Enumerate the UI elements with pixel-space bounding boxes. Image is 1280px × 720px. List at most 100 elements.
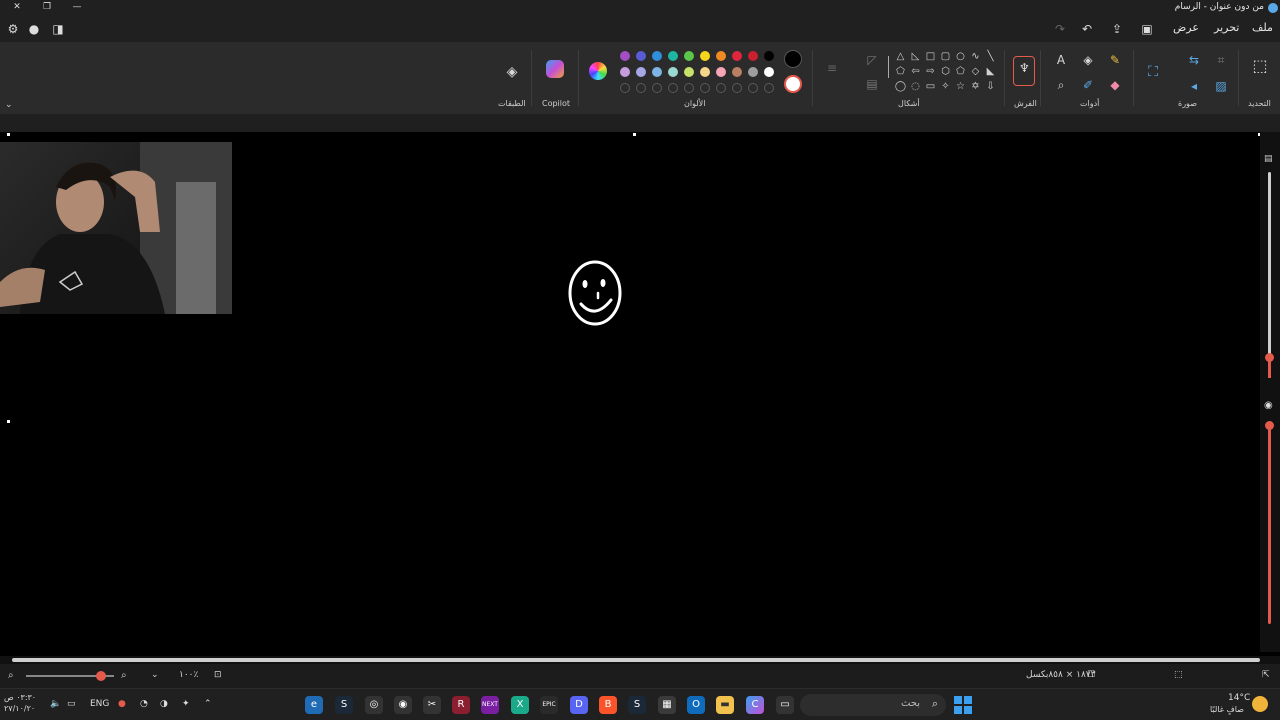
line-shape-icon[interactable]: ╲: [984, 50, 997, 63]
color-swatch[interactable]: [620, 51, 630, 61]
headset-icon[interactable]: ◔: [140, 699, 148, 709]
hexagon-shape-icon[interactable]: ⬡: [939, 65, 952, 78]
color-swatch[interactable]: [636, 51, 646, 61]
magnifier-icon[interactable]: ⌕: [1051, 75, 1071, 95]
right-triangle-shape-icon[interactable]: ◺: [909, 50, 922, 63]
pentagon-shape-icon[interactable]: ⬠: [954, 65, 967, 78]
color-swatch[interactable]: [668, 67, 678, 77]
minimize-button[interactable]: —: [62, 0, 92, 14]
color-swatch[interactable]: [620, 67, 630, 77]
color-swatch[interactable]: [748, 51, 758, 61]
lightning-shape-icon[interactable]: ◣: [984, 65, 997, 78]
obs-icon[interactable]: ◉: [394, 696, 412, 714]
brave-icon[interactable]: B: [599, 696, 617, 714]
capcut-icon[interactable]: ✂: [423, 696, 441, 714]
resize-icon[interactable]: ▨: [1211, 76, 1231, 96]
star-five-shape-icon[interactable]: ☆: [954, 80, 967, 93]
secondary-color-swatch[interactable]: [784, 75, 802, 93]
color-swatch[interactable]: [620, 83, 630, 93]
redo-icon[interactable]: ↷: [1052, 21, 1068, 37]
zoom-out-icon[interactable]: ⌕: [8, 670, 14, 681]
network-icon[interactable]: ▭: [67, 699, 76, 709]
riot-client-icon[interactable]: R: [452, 696, 470, 714]
chevron-up-icon[interactable]: ⌃: [204, 699, 212, 709]
color-swatch[interactable]: [684, 51, 694, 61]
color-picker-icon[interactable]: ✐: [1078, 75, 1098, 95]
menu-view[interactable]: عرض: [1173, 21, 1199, 34]
primary-color-swatch[interactable]: [784, 50, 802, 68]
share-feedback-icon[interactable]: ◨: [50, 21, 66, 37]
line-size-icon[interactable]: ≡: [822, 58, 842, 78]
menu-file[interactable]: ملف: [1252, 21, 1273, 34]
weather-condition[interactable]: صافٍ غالبًا: [1210, 705, 1244, 714]
color-swatch[interactable]: [700, 67, 710, 77]
zoom-dropdown-chevron-icon[interactable]: ⌄: [151, 670, 159, 680]
brush-size-thumb[interactable]: [1265, 353, 1274, 362]
canvas-resize-handle[interactable]: [7, 420, 10, 423]
color-swatch[interactable]: [684, 83, 694, 93]
star-four-shape-icon[interactable]: ✧: [939, 80, 952, 93]
color-swatch[interactable]: [732, 67, 742, 77]
color-swatch[interactable]: [732, 51, 742, 61]
copilot-icon[interactable]: [546, 60, 564, 78]
color-swatch[interactable]: [732, 83, 742, 93]
rectangle-shape-icon[interactable]: □: [924, 50, 937, 63]
start-button[interactable]: [954, 696, 972, 714]
zoom-slider-thumb[interactable]: [96, 671, 106, 681]
share-icon[interactable]: ⇪: [1109, 21, 1125, 37]
steam-icon[interactable]: S: [335, 696, 353, 714]
color-swatch[interactable]: [716, 67, 726, 77]
rotate-icon[interactable]: ⇆: [1184, 50, 1204, 70]
color-swatch[interactable]: [700, 83, 710, 93]
image-select-icon[interactable]: ⛶: [1143, 62, 1163, 82]
layers-icon[interactable]: ◈: [502, 62, 522, 82]
color-swatch[interactable]: [652, 51, 662, 61]
color-swatch[interactable]: [652, 83, 662, 93]
zoom-level[interactable]: ١٠٠٪: [179, 670, 198, 680]
flip-icon[interactable]: ◂: [1184, 76, 1204, 96]
taskbar-search-box[interactable]: بحث ⌕: [800, 694, 946, 716]
opacity-track[interactable]: [1268, 424, 1271, 624]
opacity-thumb[interactable]: [1265, 421, 1274, 430]
search-app-icon[interactable]: ◎: [365, 696, 383, 714]
star-six-shape-icon[interactable]: ✡: [969, 80, 982, 93]
task-view-icon[interactable]: ▭: [776, 696, 794, 714]
volume-icon[interactable]: ◑: [160, 699, 168, 709]
clock-date[interactable]: ٢٧/١٠/٢٠: [4, 704, 35, 713]
outlook-icon[interactable]: O: [687, 696, 705, 714]
layers-panel-icon[interactable]: ▤: [1264, 154, 1273, 164]
brush-size-track[interactable]: [1268, 172, 1271, 362]
color-swatch[interactable]: [716, 83, 726, 93]
epic-games-icon[interactable]: EPIC: [540, 696, 558, 714]
color-swatch[interactable]: [748, 67, 758, 77]
vertical-scrollbar[interactable]: ▤ ◉: [1260, 132, 1280, 652]
steam-icon-2[interactable]: S: [628, 696, 646, 714]
canvas-resize-handle[interactable]: [633, 133, 636, 136]
crop-icon[interactable]: ⌗: [1211, 50, 1231, 70]
down-arrow-shape-icon[interactable]: ⇩: [984, 80, 997, 93]
xbox-icon[interactable]: X: [511, 696, 529, 714]
pentagon-shape-icon[interactable]: ⬠: [894, 65, 907, 78]
microsoft-store-icon[interactable]: ▦: [658, 696, 676, 714]
shape-outline-icon[interactable]: ◸: [862, 50, 882, 70]
color-swatch[interactable]: [764, 51, 774, 61]
left-arrow-shape-icon[interactable]: ⇦: [909, 65, 922, 78]
brightness-icon[interactable]: ✦: [182, 699, 190, 709]
color-swatch[interactable]: [636, 83, 646, 93]
menu-edit[interactable]: تحرير: [1214, 21, 1239, 34]
clock-time[interactable]: ٠٣:٣٠ ص: [4, 693, 36, 702]
close-button[interactable]: ✕: [2, 0, 32, 14]
next-app-icon[interactable]: NEXT: [481, 696, 499, 714]
shape-fill-icon[interactable]: ▤: [862, 74, 882, 94]
callout-round-shape-icon[interactable]: ◯: [894, 80, 907, 93]
copilot-taskbar-icon[interactable]: C: [746, 696, 764, 714]
color-swatch[interactable]: [652, 67, 662, 77]
eraser-icon[interactable]: ◆: [1105, 75, 1125, 95]
chevron-down-icon[interactable]: ⌄: [5, 100, 13, 110]
file-explorer-icon[interactable]: ▬: [716, 696, 734, 714]
account-icon[interactable]: ●: [26, 21, 42, 37]
text-tool-icon[interactable]: A: [1051, 50, 1071, 70]
curve-shape-icon[interactable]: ∿: [969, 50, 982, 63]
weather-sun-icon[interactable]: [1252, 696, 1268, 712]
microphone-icon[interactable]: ●: [118, 699, 126, 709]
